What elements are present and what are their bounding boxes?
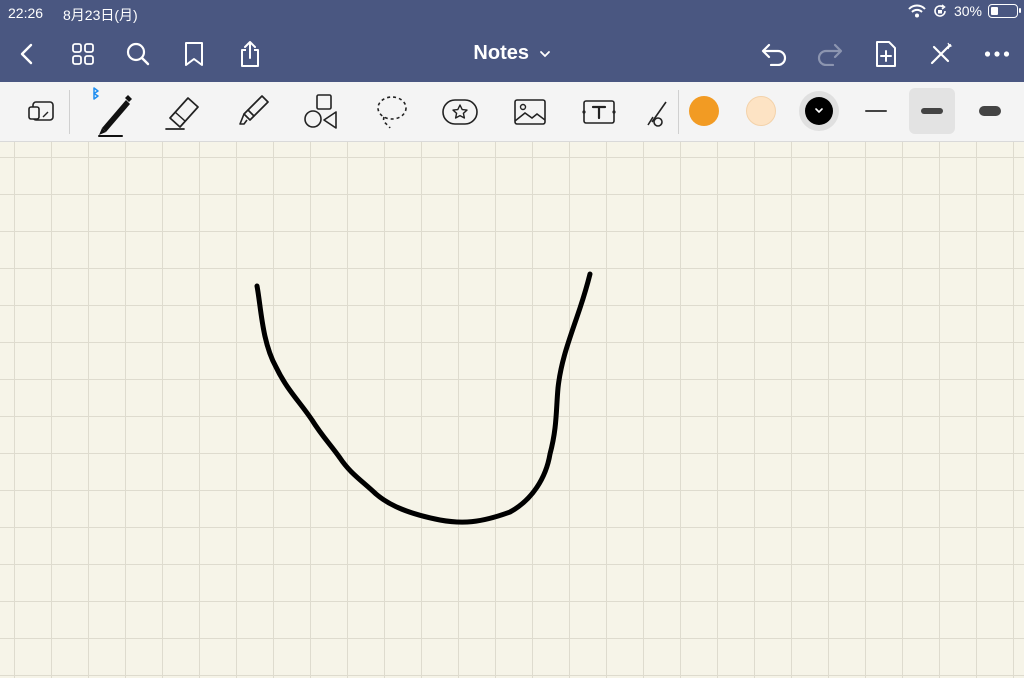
share-button[interactable] [228, 26, 272, 82]
color-swatch-black [805, 97, 833, 125]
grid-icon [72, 43, 94, 65]
stroke-width-medium[interactable] [909, 88, 955, 134]
color-swatch-orange[interactable] [689, 96, 719, 126]
stroke-thin-icon [865, 110, 887, 112]
image-tool[interactable] [502, 82, 558, 142]
toolbar-divider [678, 90, 679, 134]
orientation-lock-icon [934, 4, 946, 17]
lasso-icon [377, 96, 407, 129]
color-swatch-peach[interactable] [746, 96, 776, 126]
undo-button[interactable] [752, 26, 796, 82]
undo-icon [761, 43, 787, 66]
add-page-icon [876, 41, 896, 67]
stroke-thick-icon [979, 106, 1001, 116]
back-icon [20, 43, 33, 65]
pen-tool[interactable] [83, 82, 139, 142]
navigation-bar: Notes [0, 26, 1024, 82]
laser-pointer-tool[interactable] [640, 82, 672, 142]
color-swatch-black-selected[interactable] [799, 91, 839, 131]
eraser-tool[interactable] [154, 82, 210, 142]
chevron-down-icon [815, 108, 823, 114]
stroke-medium-icon [921, 108, 943, 114]
grid-view-button[interactable] [61, 26, 105, 82]
redo-button[interactable] [808, 26, 852, 82]
search-icon [126, 42, 150, 66]
chevron-down-icon [539, 50, 550, 57]
shapes-icon [304, 94, 337, 129]
bookmark-button[interactable] [172, 26, 216, 82]
page-thumbnail-icon [28, 101, 54, 121]
bookmark-icon [185, 42, 203, 66]
laser-pointer-icon [647, 101, 667, 127]
text-icon [582, 100, 616, 124]
close-tools-button[interactable] [919, 26, 963, 82]
battery-icon [988, 4, 1021, 18]
document-title-text: Notes [473, 42, 529, 64]
share-icon [241, 41, 259, 67]
sticker-icon [442, 99, 478, 125]
highlighter-icon [239, 95, 269, 125]
text-tool[interactable] [571, 82, 627, 142]
canvas-drawing [254, 271, 593, 525]
redo-icon [817, 43, 843, 66]
more-icon [984, 51, 1010, 57]
highlighter-tool[interactable] [224, 82, 280, 142]
eraser-icon [165, 97, 199, 130]
wifi-icon [908, 4, 926, 18]
title-menu[interactable]: Notes [473, 42, 550, 64]
status-bar: 22:26 8月23日(月) 30% [0, 0, 1024, 26]
tool-bar [0, 82, 1024, 142]
ink-stroke [254, 271, 593, 525]
status-time: 22:26 [8, 5, 44, 21]
battery-nub [1019, 8, 1021, 13]
stroke-width-thin[interactable] [853, 88, 899, 134]
status-right: 30% [908, 3, 1021, 19]
sticker-tool[interactable] [432, 82, 488, 142]
image-icon [514, 99, 546, 125]
status-date: 8月23日(月) [63, 7, 138, 23]
lasso-tool[interactable] [363, 82, 419, 142]
search-button[interactable] [116, 26, 160, 82]
close-tools-icon [930, 42, 953, 65]
page-thumbnail-button[interactable] [14, 82, 70, 142]
pen-icon [93, 87, 132, 137]
drawing-canvas[interactable] [0, 142, 1024, 678]
shapes-tool[interactable] [294, 82, 350, 142]
back-button[interactable] [5, 26, 49, 82]
battery-level [991, 7, 998, 15]
stroke-width-thick[interactable] [967, 88, 1013, 134]
add-page-button[interactable] [864, 26, 908, 82]
more-button[interactable] [975, 26, 1019, 82]
toolbar-divider [69, 90, 70, 134]
battery-percent: 30% [953, 3, 982, 19]
